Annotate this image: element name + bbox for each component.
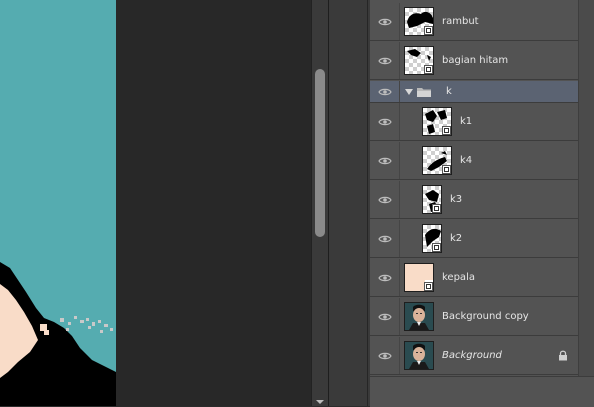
layer-name[interactable]: rambut — [442, 3, 479, 40]
eye-icon[interactable] — [370, 337, 400, 374]
layer-name[interactable]: Background — [442, 337, 502, 374]
layer-mask-icon — [424, 282, 433, 291]
eye-icon[interactable] — [370, 220, 400, 257]
lock-icon[interactable] — [558, 350, 568, 361]
layer-mask-icon — [432, 243, 441, 252]
layer-row[interactable]: Background copy — [370, 298, 578, 336]
layer-mask-icon — [442, 165, 451, 174]
panel-dock-gap — [328, 0, 370, 406]
eye-icon[interactable] — [370, 81, 400, 102]
layer-thumbnail[interactable] — [422, 224, 442, 253]
layer-row[interactable]: Background — [370, 337, 578, 375]
eye-icon[interactable] — [370, 259, 400, 296]
eye-icon[interactable] — [370, 298, 400, 335]
layer-name[interactable]: Background copy — [442, 298, 529, 335]
layer-mask-icon — [432, 204, 441, 213]
document-canvas[interactable] — [0, 0, 116, 406]
layer-name[interactable]: k1 — [460, 103, 472, 140]
layers-panel: rambut bagian hitam k k1 k4 k3 k2 kepala Backgro… — [370, 0, 594, 407]
layer-thumbnail[interactable] — [404, 302, 434, 331]
layer-thumbnail[interactable] — [404, 7, 434, 36]
canvas-artwork — [0, 262, 116, 406]
pasteboard — [116, 0, 311, 406]
eye-icon[interactable] — [370, 142, 400, 179]
eye-icon[interactable] — [370, 181, 400, 218]
layer-mask-icon — [424, 65, 433, 74]
layer-thumbnail[interactable] — [422, 185, 442, 214]
layer-mask-icon — [442, 126, 451, 135]
layer-name[interactable]: kepala — [442, 259, 475, 296]
scrollbar-thumb[interactable] — [315, 69, 325, 237]
layer-mask-icon — [424, 26, 433, 35]
dock-divider — [367, 0, 368, 406]
layer-row[interactable]: k4 — [370, 142, 578, 180]
eye-icon[interactable] — [370, 3, 400, 40]
layer-thumbnail[interactable] — [404, 263, 434, 292]
layer-row[interactable]: rambut — [370, 3, 578, 41]
layer-row[interactable]: k3 — [370, 181, 578, 219]
eye-icon[interactable] — [370, 103, 400, 140]
layer-name[interactable]: k4 — [460, 142, 472, 179]
layer-group-row[interactable]: k — [370, 81, 578, 103]
layer-thumbnail[interactable] — [422, 146, 452, 175]
layers-panel-scrollbar[interactable] — [578, 0, 594, 376]
layers-panel-footer — [370, 376, 594, 407]
triangle-down-icon[interactable] — [405, 89, 413, 95]
layer-row[interactable]: bagian hitam — [370, 42, 578, 80]
folder-icon — [417, 88, 431, 97]
layer-name[interactable]: k3 — [450, 181, 462, 218]
layer-row[interactable]: k2 — [370, 220, 578, 258]
layer-thumbnail[interactable] — [404, 46, 434, 75]
layer-name[interactable]: k — [446, 81, 452, 102]
layer-thumbnail[interactable] — [404, 341, 434, 370]
layer-name[interactable]: k2 — [450, 220, 462, 257]
canvas-vertical-scrollbar[interactable] — [311, 0, 328, 406]
layer-thumbnail[interactable] — [422, 107, 452, 136]
layer-name[interactable]: bagian hitam — [442, 42, 508, 79]
eye-icon[interactable] — [370, 42, 400, 79]
scroll-down-arrow-icon[interactable] — [316, 400, 324, 404]
layer-row[interactable]: kepala — [370, 259, 578, 297]
layer-row[interactable]: k1 — [370, 103, 578, 141]
